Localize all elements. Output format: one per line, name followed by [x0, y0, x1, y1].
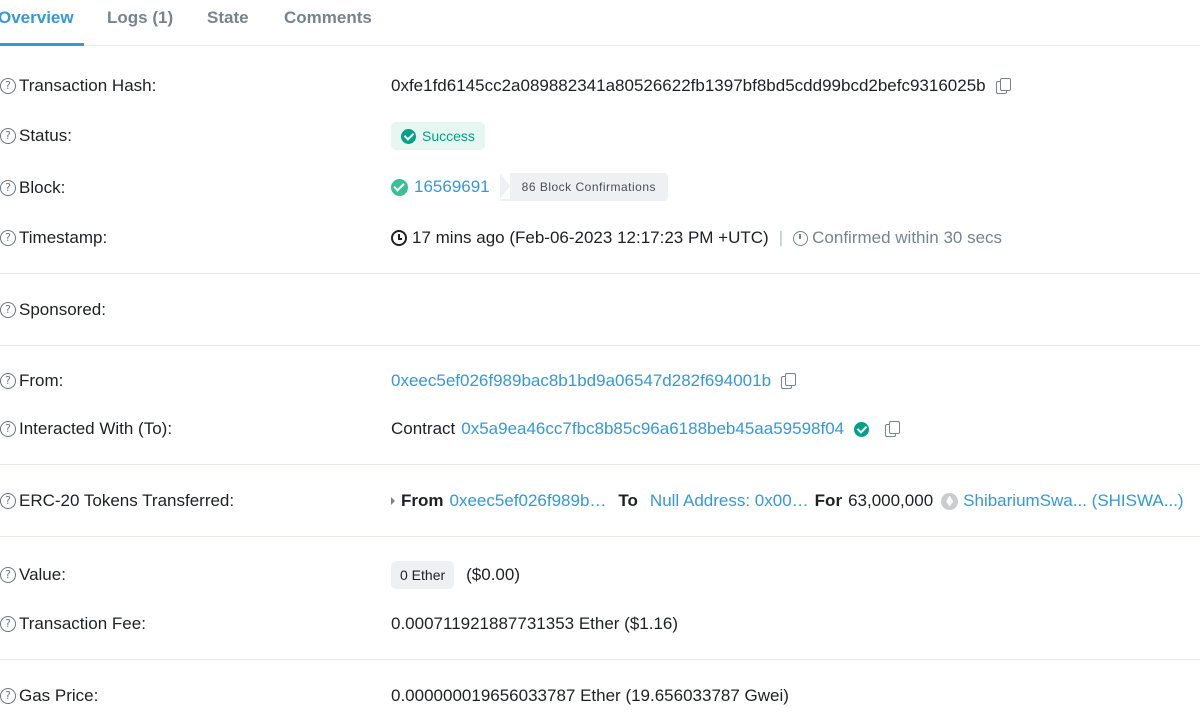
- divider: [0, 536, 1200, 537]
- label-text: Transaction Fee:: [19, 614, 146, 633]
- check-circle-icon: [401, 128, 416, 144]
- confirmed-within-text: Confirmed within 30 secs: [812, 228, 1003, 247]
- transfer-for-label: For: [814, 491, 843, 510]
- block-value: 16569691 86 Block Confirmations: [391, 173, 669, 201]
- transfer-amount: 63,000,000: [848, 491, 934, 510]
- transaction-fee-value: 0.000711921887731353 Ether ($1.16): [391, 614, 679, 633]
- sponsored-label: ? Sponsored:: [0, 300, 106, 320]
- tab-bar: Overview Logs (1) State Comments: [0, 0, 1200, 46]
- ether-token-icon: [941, 492, 959, 510]
- usd-value: ($0.00): [466, 565, 521, 584]
- from-address-link[interactable]: 0xeec5ef026f989bac8b1bd9a06547d282f69400…: [391, 371, 771, 391]
- question-icon[interactable]: ?: [0, 421, 16, 437]
- transfer-to-link[interactable]: Null Address: 0x00…: [650, 491, 809, 511]
- token-link[interactable]: ShibariumSwa... (SHISWA...): [963, 491, 1183, 511]
- transaction-hash-text: 0xfe1fd6145cc2a089882341a80526622fb1397b…: [391, 76, 986, 95]
- erc20-label: ? ERC-20 Tokens Transferred:: [0, 491, 234, 511]
- label-text: Sponsored:: [19, 300, 106, 319]
- transaction-hash-value: 0xfe1fd6145cc2a089882341a80526622fb1397b…: [391, 76, 1011, 96]
- timestamp-text: 17 mins ago (Feb-06-2023 12:17:23 PM +UT…: [412, 228, 769, 247]
- separator: |: [778, 228, 784, 247]
- gas-price-value: 0.000000019656033787 Ether (19.656033787…: [391, 686, 789, 705]
- question-icon[interactable]: ?: [0, 373, 16, 389]
- copy-icon[interactable]: [781, 373, 797, 389]
- timestamp-value: 17 mins ago (Feb-06-2023 12:17:23 PM +UT…: [391, 228, 1002, 248]
- label-text: Gas Price:: [19, 686, 99, 705]
- from-value: 0xeec5ef026f989bac8b1bd9a06547d282f69400…: [391, 371, 797, 391]
- question-icon[interactable]: ?: [0, 128, 16, 144]
- status-badge: Success: [391, 122, 485, 150]
- status-text: Success: [422, 128, 475, 144]
- tab-state[interactable]: State: [207, 8, 249, 28]
- status-value: Success: [391, 122, 485, 150]
- transaction-fee-label: ? Transaction Fee:: [0, 614, 146, 634]
- check-circle-icon: [391, 178, 408, 196]
- question-icon[interactable]: ?: [0, 688, 16, 704]
- copy-icon[interactable]: [885, 421, 901, 437]
- block-label: ? Block:: [0, 178, 65, 198]
- transfer-from-link[interactable]: 0xeec5ef026f989b…: [450, 491, 607, 511]
- tab-overview[interactable]: Overview: [0, 8, 74, 28]
- tab-comments[interactable]: Comments: [284, 8, 372, 28]
- from-label: ? From:: [0, 371, 63, 391]
- status-label: ? Status:: [0, 126, 72, 146]
- label-text: Interacted With (To):: [19, 419, 173, 438]
- timestamp-label: ? Timestamp:: [0, 228, 107, 248]
- label-text: Block:: [19, 178, 66, 197]
- label-text: Timestamp:: [19, 228, 108, 247]
- block-confirmations-badge: 86 Block Confirmations: [499, 173, 669, 201]
- question-icon[interactable]: ?: [0, 302, 16, 318]
- label-text: ERC-20 Tokens Transferred:: [19, 491, 235, 510]
- question-icon[interactable]: ?: [0, 567, 16, 583]
- transaction-hash-label: ? Transaction Hash:: [0, 76, 156, 96]
- contract-prefix: Contract: [391, 419, 456, 438]
- ether-amount-pill: 0 Ether: [391, 561, 455, 589]
- value-label: ? Value:: [0, 565, 66, 585]
- question-icon[interactable]: ?: [0, 493, 16, 509]
- transfer-from-label: From: [401, 491, 444, 510]
- clock-icon: [391, 230, 407, 246]
- label-text: Transaction Hash:: [19, 76, 157, 95]
- copy-icon[interactable]: [995, 78, 1011, 94]
- divider: [0, 345, 1200, 346]
- tab-logs[interactable]: Logs (1): [107, 8, 173, 28]
- question-icon[interactable]: ?: [0, 180, 16, 196]
- verified-check-icon: [854, 421, 870, 437]
- caret-right-icon[interactable]: [391, 497, 395, 505]
- label-text: Status:: [19, 126, 72, 145]
- gas-price-label: ? Gas Price:: [0, 686, 98, 706]
- divider: [0, 464, 1200, 465]
- label-text: From:: [19, 371, 64, 390]
- interacted-with-label: ? Interacted With (To):: [0, 419, 172, 439]
- contract-address-link[interactable]: 0x5a9ea46cc7fbc8b85c96a6188beb45aa59598f…: [461, 419, 844, 439]
- transfer-to-label: To: [618, 491, 638, 510]
- block-number-link[interactable]: 16569691: [414, 177, 490, 197]
- timer-icon: [793, 230, 809, 246]
- divider: [0, 273, 1200, 274]
- erc20-transfer-value: From 0xeec5ef026f989b… To Null Address: …: [391, 491, 1184, 511]
- active-tab-indicator: [0, 43, 84, 46]
- question-icon[interactable]: ?: [0, 78, 16, 94]
- label-text: Value:: [19, 565, 66, 584]
- divider: [0, 659, 1200, 660]
- question-icon[interactable]: ?: [0, 616, 16, 632]
- interacted-with-value: Contract 0x5a9ea46cc7fbc8b85c96a6188beb4…: [391, 419, 901, 439]
- value-value: 0 Ether ($0.00): [391, 561, 520, 589]
- question-icon[interactable]: ?: [0, 230, 16, 246]
